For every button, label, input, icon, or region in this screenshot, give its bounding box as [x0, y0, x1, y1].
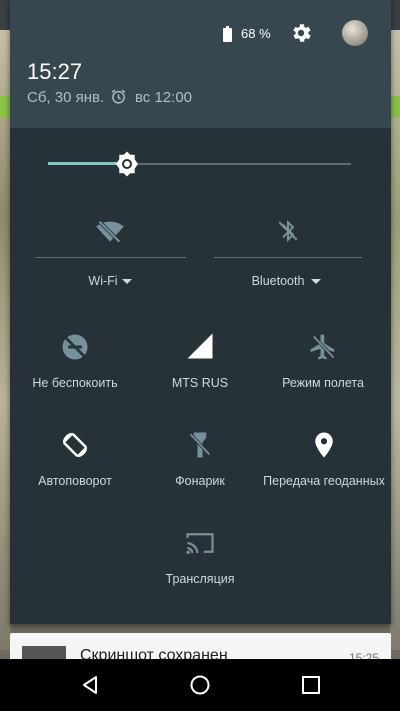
bluetooth-dropdown-icon[interactable] — [311, 279, 321, 284]
cellular-signal-icon[interactable] — [185, 331, 215, 361]
do-not-disturb-off-icon[interactable] — [60, 332, 90, 362]
quick-settings-header: 68 % 15:27 Сб, 30 янв. вс 12:00 — [10, 0, 391, 128]
back-icon[interactable] — [78, 673, 102, 697]
bluetooth-divider — [214, 257, 362, 258]
gear-icon[interactable] — [289, 21, 313, 45]
location-label[interactable]: Передача геоданных — [260, 474, 388, 488]
next-alarm[interactable]: вс 12:00 — [135, 89, 192, 106]
recents-icon[interactable] — [299, 673, 323, 697]
background-accent-right — [390, 96, 400, 118]
navigation-bar — [0, 659, 400, 711]
battery-percentage: 68 % — [241, 26, 271, 41]
airplane-mode-icon[interactable] — [308, 332, 338, 362]
bluetooth-label[interactable]: Bluetooth — [238, 274, 318, 288]
cast-icon[interactable] — [185, 528, 215, 558]
background-accent-left — [0, 96, 10, 118]
do-not-disturb-label[interactable]: Не беспокоить — [15, 376, 135, 390]
quick-settings-panel: 68 % 15:27 Сб, 30 янв. вс 12:00 Wi-Fi Bl — [10, 0, 391, 624]
wifi-dropdown-icon[interactable] — [122, 279, 132, 284]
cellular-label[interactable]: MTS RUS — [150, 376, 250, 390]
brightness-icon[interactable] — [113, 150, 141, 178]
wifi-off-icon[interactable] — [95, 216, 125, 246]
user-avatar[interactable] — [342, 20, 368, 46]
wifi-divider — [36, 257, 186, 258]
flashlight-off-icon[interactable] — [185, 430, 215, 460]
background-right — [390, 30, 400, 650]
home-icon[interactable] — [188, 673, 212, 697]
flashlight-label[interactable]: Фонарик — [160, 474, 240, 488]
date-text[interactable]: Сб, 30 янв. — [27, 89, 104, 106]
bluetooth-off-icon[interactable] — [273, 216, 303, 246]
background-left — [0, 30, 10, 650]
cast-label[interactable]: Трансляция — [150, 572, 250, 586]
auto-rotate-label[interactable]: Автоповорот — [25, 474, 125, 488]
battery-icon — [223, 26, 232, 42]
airplane-mode-label[interactable]: Режим полета — [268, 376, 378, 390]
clock-time[interactable]: 15:27 — [27, 59, 82, 85]
auto-rotate-icon[interactable] — [60, 430, 90, 460]
location-pin-icon[interactable] — [309, 430, 339, 460]
alarm-clock-icon — [111, 89, 126, 104]
